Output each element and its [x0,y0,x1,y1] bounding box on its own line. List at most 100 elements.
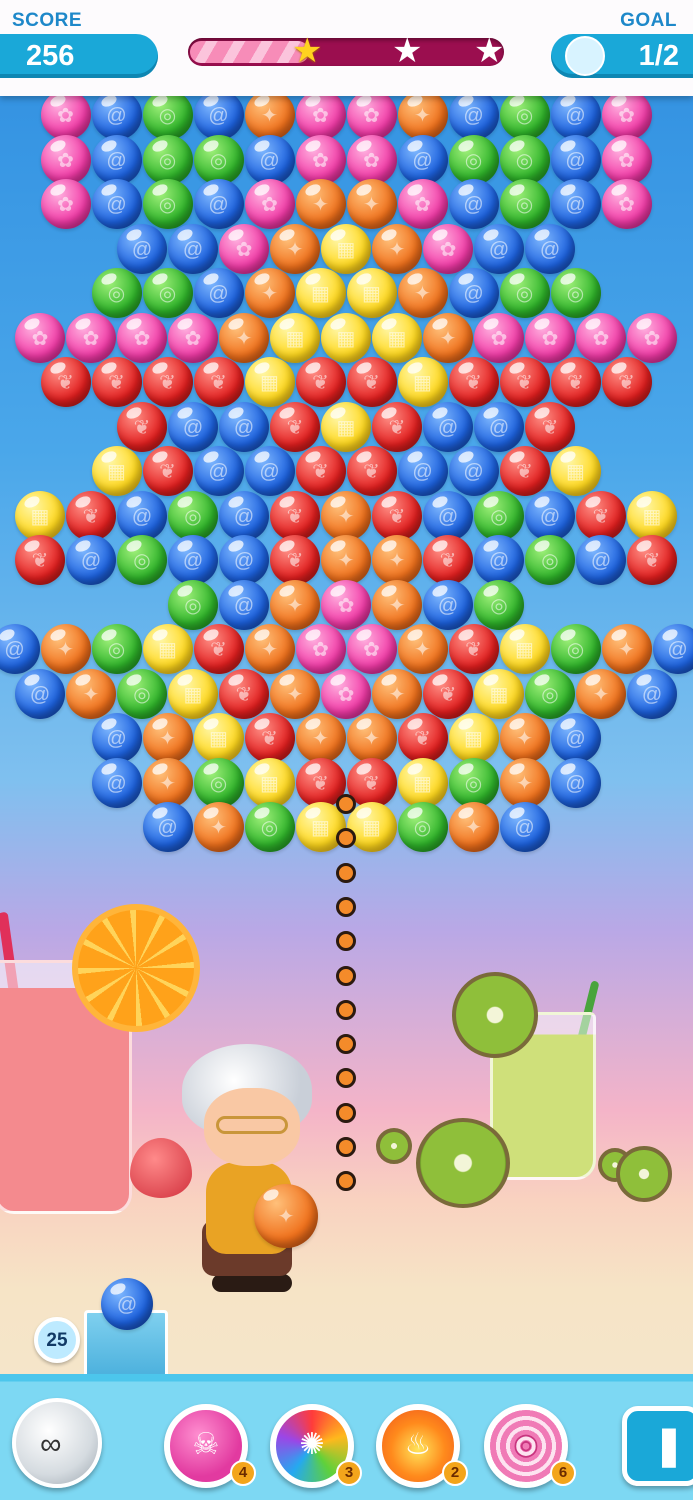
character-shoes [212,1274,292,1292]
blue-bubble: @ [168,535,218,585]
kiwi-slice-decoration [452,972,538,1058]
red-bubble: ❦ [117,401,167,452]
yellow-bubble: ▦ [244,757,295,808]
green-bubble: ◎ [397,802,448,852]
aim-dot [336,794,356,814]
red-bubble: ❦ [193,624,244,674]
green-bubble: ◎ [117,535,167,585]
orange-bubble: ✦ [270,579,320,630]
yellow-bubble: ▦ [448,713,499,763]
orange-bubble: ✦ [66,668,116,719]
yellow-bubble: ▦ [193,713,244,763]
orange-bubble: ✦ [244,90,295,140]
red-bubble: ❦ [627,535,677,585]
bomb-booster-count: 4 [230,1460,256,1486]
pink-bubble: ✿ [321,579,371,630]
blue-bubble: @ [423,490,473,541]
blue-bubble: @ [550,757,601,808]
fireball-booster-count: 2 [442,1460,468,1486]
fire-icon: ♨ [404,1428,432,1461]
red-bubble: ❦ [295,446,346,496]
orange-bubble: ✦ [499,713,550,763]
red-bubble: ❦ [346,446,397,496]
aim-dot [336,1137,356,1157]
green-bubble: ◎ [550,624,601,674]
red-bubble: ❦ [15,535,65,585]
pink-bubble: ✿ [474,312,524,363]
yellow-bubble: ▦ [550,446,601,496]
aim-dot [336,896,356,917]
red-bubble: ❦ [270,490,320,541]
green-bubble: ◎ [448,757,499,808]
pink-bubble: ✿ [295,624,346,674]
blue-bubble: @ [91,134,142,185]
pink-bubble: ✿ [295,134,346,185]
green-bubble: ◎ [499,179,550,229]
red-bubble: ❦ [397,713,448,763]
blue-bubble: @ [219,401,269,452]
blue-bubble: @ [193,179,244,229]
red-bubble: ❦ [295,357,346,407]
pink-bubble: ✿ [40,134,91,185]
red-bubble: ❦ [91,357,142,407]
kiwi-half-decoration [416,1118,510,1208]
blue-bubble: @ [219,490,269,541]
skull-bomb-icon: ☠ [192,1428,220,1461]
blue-bubble: @ [525,490,575,541]
green-bubble: ◎ [550,268,601,318]
green-bubble: ◎ [474,579,524,630]
pink-bubble: ✿ [423,223,473,274]
green-bubble: ◎ [168,490,218,541]
yellow-bubble: ▦ [499,624,550,674]
green-bubble: ◎ [448,134,499,185]
orange-bubble: ✦ [397,268,448,318]
red-bubble: ❦ [142,446,193,496]
red-bubble: ❦ [372,490,422,541]
pause-icon: ❚❚ [653,1425,693,1467]
red-bubble: ❦ [270,401,320,452]
blue-bubble: @ [627,668,677,719]
goal-value: 1/2 [638,40,679,72]
blue-bubble: @ [474,223,524,274]
orange-bubble: ✦ [397,90,448,140]
kiwi-slice-decoration [376,1128,412,1164]
red-bubble: ❦ [372,401,422,452]
game-screen[interactable]: ✿ @ ◎ @ ✦ ✿ ✿ ✦ @ ◎ @ ✿ ✿ @ ◎ ◎ @ ✿ ✿ @ ◎ ◎ @ ✿ ✿ @ ◎ @ ✿ ✦ ✦ ✿ @ ◎ @ ✿ @ @ ✿ ✦… [0,0,693,1500]
kiwi-slice-decoration [616,1146,672,1202]
current-bubble[interactable]: @ [101,1278,153,1330]
red-bubble: ❦ [550,357,601,407]
blue-bubble: @ [193,268,244,318]
blue-bubble: @ [474,535,524,585]
swap-bubble-button[interactable]: ∞ [12,1398,102,1488]
pink-bubble: ✿ [576,312,626,363]
yellow-bubble: ▦ [397,757,448,808]
red-bubble: ❦ [525,401,575,452]
green-bubble: ◎ [142,134,193,185]
blue-bubble: @ [219,535,269,585]
aim-dot [336,1068,356,1089]
orange-bubble: ✦ [295,713,346,763]
red-bubble: ❦ [346,357,397,407]
blue-bubble: @ [397,446,448,496]
blue-bubble: @ [91,179,142,229]
orange-bubble: ✦ [270,223,320,274]
pink-bubble: ✿ [244,179,295,229]
pink-bubble: ✿ [346,134,397,185]
aim-dot [336,1034,356,1055]
green-bubble: ◎ [499,134,550,185]
pink-bubble: ✿ [66,312,116,363]
yellow-bubble: ▦ [397,357,448,407]
red-bubble: ❦ [193,357,244,407]
green-bubble: ◎ [91,268,142,318]
red-bubble: ❦ [576,490,626,541]
star-icon-earned: ★ [292,32,323,70]
orange-bubble: ✦ [601,624,652,674]
orange-bubble: ✦ [372,579,422,630]
aim-dot [336,828,356,849]
pause-button[interactable]: ❚❚ [622,1406,693,1486]
green-bubble: ◎ [193,757,244,808]
blue-bubble: @ [91,757,142,808]
blue-bubble: @ [448,179,499,229]
pink-bubble: ✿ [346,90,397,140]
orange-bubble: ✦ [321,490,371,541]
